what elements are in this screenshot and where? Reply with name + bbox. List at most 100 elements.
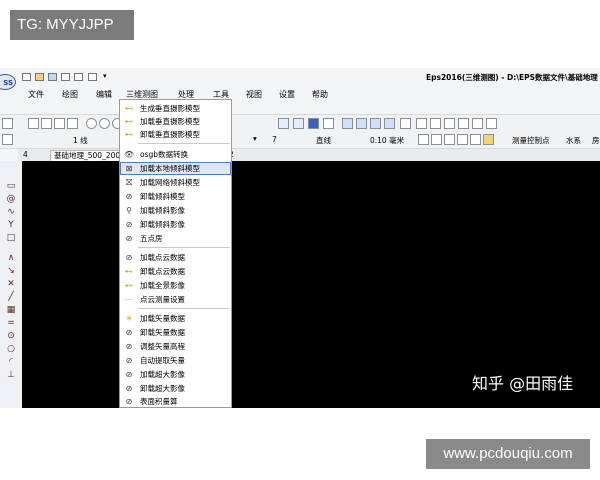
open-folder-icon[interactable] — [35, 73, 44, 81]
zoom-out-icon[interactable] — [99, 118, 110, 129]
draw-parallel-icon[interactable]: = — [6, 318, 16, 328]
draw-circle-icon[interactable]: ○ — [6, 344, 16, 354]
load-vertical-model-icon: ⊷ — [125, 117, 133, 126]
line-style[interactable]: 直线 — [316, 135, 331, 146]
tool-e-icon[interactable] — [400, 118, 411, 129]
water-system-dropdown[interactable]: 水系 — [566, 135, 581, 146]
menu-item-unload-large-image[interactable]: ⊘ 卸载超大影像 — [120, 382, 231, 395]
surface-area-icon: ⊘ — [125, 397, 133, 406]
menu-item-load-oblique-image[interactable]: ⚲ 加载倾斜影像 — [120, 204, 231, 217]
layer-manager-icon[interactable] — [2, 134, 13, 145]
menu-item-unload-oblique[interactable]: ⊘ 卸载倾斜模型 — [120, 190, 231, 203]
menu-item-osgb-convert[interactable]: 👁 osgb数据转换 — [120, 148, 231, 161]
line-width[interactable]: 0.10 毫米 — [370, 135, 404, 146]
window-title: Eps2016(三维测图) - D:\EPS数据文件\基础地理 — [426, 73, 598, 82]
select-icon[interactable] — [416, 118, 427, 129]
print-setup-icon[interactable] — [88, 73, 97, 81]
menu-item-generate-vertical-model[interactable]: ⊷ 生成垂直摄影模型 — [120, 102, 231, 115]
qa-dropdown-icon[interactable]: ▾ — [103, 72, 107, 80]
layer-value[interactable]: 1 线 — [73, 135, 88, 146]
draw-cross-icon[interactable]: ✕ — [6, 279, 16, 289]
menu-item-load-local-oblique[interactable]: ⊠ 加载本地倾斜模型 — [120, 162, 231, 175]
load-oblique-image-icon: ⚲ — [126, 206, 132, 215]
draw-fork-icon[interactable]: Y — [6, 220, 16, 230]
draw-tee-icon[interactable]: ⊥ — [6, 370, 16, 380]
tool-d-icon[interactable] — [384, 118, 395, 129]
load-network-oblique-icon: ⛝ — [125, 178, 133, 187]
menu-item-unload-point-cloud[interactable]: ⊷ 卸载点云数据 — [120, 265, 231, 278]
table-icon[interactable] — [293, 118, 304, 129]
menu-item-unload-oblique-image[interactable]: ⊘ 卸载倾斜影像 — [120, 218, 231, 231]
cube-icon[interactable] — [444, 118, 455, 129]
menu-item-unload-vertical-model[interactable]: ⊷ 卸载垂直摄影模型 — [120, 128, 231, 141]
menu-item-load-point-cloud[interactable]: ⊘ 加载点云数据 — [120, 251, 231, 264]
point-cloud-settings-icon: ⋯ — [125, 295, 133, 304]
check-icon[interactable] — [457, 134, 468, 145]
mo-icon[interactable] — [323, 118, 334, 129]
delete-icon[interactable] — [67, 118, 78, 129]
draw-angle-icon[interactable]: ∧ — [6, 253, 16, 263]
draw-grid-icon[interactable]: ▦ — [6, 305, 16, 315]
layer-dropdown-icon[interactable]: ▾ — [253, 134, 257, 143]
menu-item-load-vector[interactable]: ✳ 加载矢量数据 — [120, 312, 231, 325]
menu-item-five-point-house[interactable]: ⊘ 五点房 — [120, 232, 231, 245]
draw-loop-icon[interactable]: @ — [6, 194, 16, 204]
tool-c-icon[interactable] — [370, 118, 381, 129]
menu-help[interactable]: 帮助 — [312, 89, 328, 100]
draw-line-icon[interactable]: ╱ — [6, 292, 16, 302]
menu-file[interactable]: 文件 — [28, 89, 44, 100]
move-icon[interactable] — [458, 118, 469, 129]
menu-settings[interactable]: 设置 — [279, 89, 295, 100]
preview-icon[interactable] — [74, 73, 83, 81]
3d-survey-dropdown: ⊷ 生成垂直摄影模型 ⊷ 加载垂直摄影模型 ⊷ 卸载垂直摄影模型 👁 osgb数… — [119, 99, 232, 408]
save-icon[interactable] — [48, 73, 57, 81]
tool-a-icon[interactable] — [342, 118, 353, 129]
zoom-in-icon[interactable] — [86, 118, 97, 129]
attribute-icon[interactable] — [431, 134, 442, 145]
cut-icon[interactable] — [28, 118, 39, 129]
tab-index[interactable]: 4 — [20, 150, 31, 160]
draw-box-icon[interactable]: □ — [6, 233, 16, 243]
draw-rect-icon[interactable]: ▭ — [6, 181, 16, 191]
menu-item-point-cloud-settings[interactable]: ⋯ 点云测量设置 — [120, 293, 231, 306]
menu-item-load-network-oblique[interactable]: ⛝ 加载网络倾斜模型 — [120, 176, 231, 189]
load-vector-icon: ✳ — [125, 314, 133, 323]
unload-large-image-icon: ⊘ — [125, 384, 133, 393]
snap-icon[interactable] — [430, 118, 441, 129]
house-dropdown[interactable]: 房 — [592, 135, 600, 146]
menu-item-auto-extract-vector[interactable]: ⊘ 自动提取矢量 — [120, 354, 231, 367]
print-icon[interactable] — [61, 73, 70, 81]
edit-attr-icon[interactable] — [444, 134, 455, 145]
menu-item-load-vertical-model[interactable]: ⊷ 加载垂直摄影模型 — [120, 115, 231, 128]
menu-item-unload-vector[interactable]: ⊘ 卸载矢量数据 — [120, 326, 231, 339]
match-icon[interactable] — [470, 134, 481, 145]
menu-edit[interactable]: 编辑 — [96, 89, 112, 100]
menu-item-load-panorama[interactable]: ⊷ 加载全景影像 — [120, 279, 231, 292]
symbol-icon[interactable] — [483, 134, 494, 145]
layer-icon[interactable] — [308, 118, 319, 129]
draw-point-circle-icon[interactable]: ⊙ — [6, 331, 16, 341]
watermark-tag: TG: MYYJJPP — [10, 10, 134, 40]
menu-item-surface-area[interactable]: ⊘ 表面积量算 — [120, 395, 231, 408]
osgb-convert-icon: 👁 — [124, 150, 135, 159]
draw-curve-icon[interactable]: ∿ — [6, 207, 16, 217]
paste-icon[interactable] — [54, 118, 65, 129]
tab-document[interactable]: 基础地理_500_2002 — [50, 150, 129, 161]
color-number[interactable]: 7 — [272, 135, 277, 144]
measure-control-dropdown[interactable]: 测量控制点 — [512, 135, 550, 146]
grid-icon[interactable] — [278, 118, 289, 129]
undo-icon[interactable] — [2, 118, 13, 129]
menu-draw[interactable]: 绘图 — [62, 89, 78, 100]
new-file-icon[interactable] — [22, 73, 31, 81]
left-toolbox: ▭ @ ∿ Y □ ∧ ↘ ✕ ╱ ▦ = ⊙ ○ ◜ ⊥ — [0, 161, 23, 408]
draw-arrow-icon[interactable]: ↘ — [6, 266, 16, 276]
tool-b-icon[interactable] — [356, 118, 367, 129]
copy-icon[interactable] — [41, 118, 52, 129]
menu-view[interactable]: 视图 — [246, 89, 262, 100]
lock-icon[interactable] — [418, 134, 429, 145]
brush-icon[interactable] — [472, 118, 483, 129]
menu-item-load-large-image[interactable]: ⊘ 加载超大影像 — [120, 368, 231, 381]
menu-item-adjust-vector-elevation[interactable]: ⊘ 调整矢量高程 — [120, 340, 231, 353]
draw-arc-icon[interactable]: ◜ — [6, 357, 16, 367]
counter-icon[interactable] — [486, 118, 497, 129]
